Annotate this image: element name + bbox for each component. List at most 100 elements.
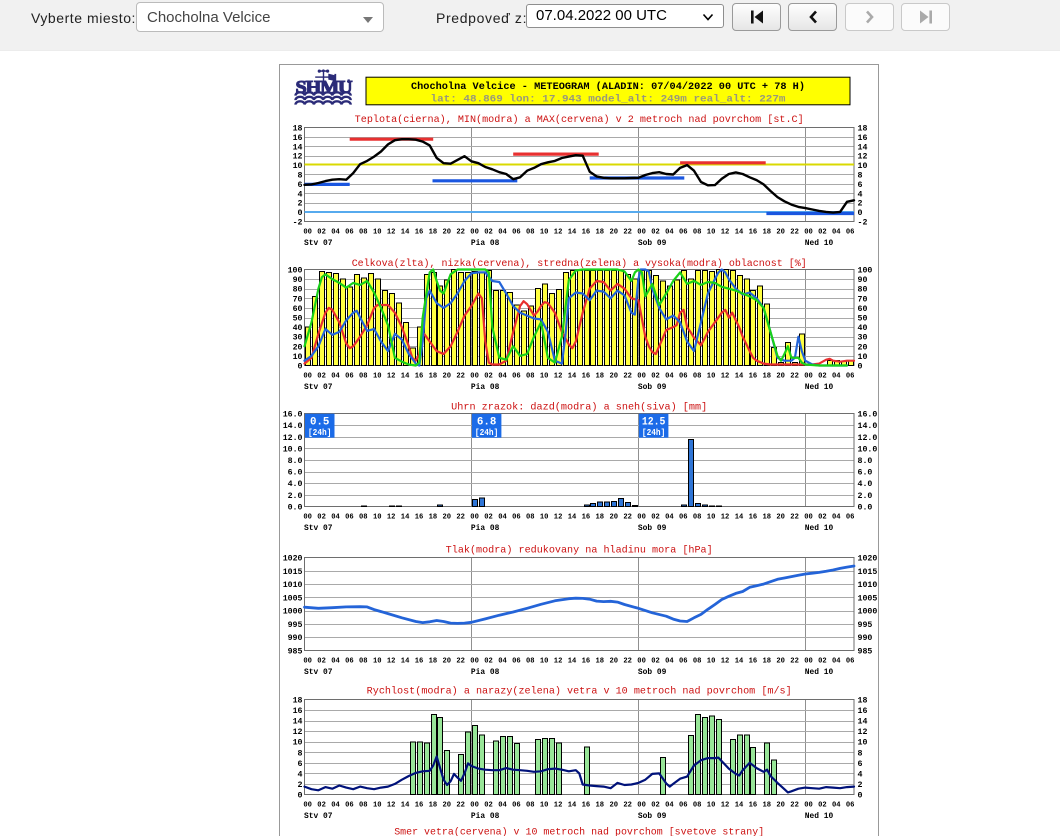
- svg-text:16: 16: [858, 706, 868, 716]
- svg-text:22: 22: [790, 229, 799, 237]
- svg-text:Ned 10: Ned 10: [805, 524, 834, 533]
- svg-text:lat: 48.869 lon: 17.943 mo: lat: 48.869 lon: 17.943 model_alt: 249m …: [431, 94, 786, 105]
- svg-text:40: 40: [858, 323, 868, 333]
- svg-text:20: 20: [443, 229, 452, 237]
- svg-text:14: 14: [735, 514, 744, 522]
- svg-text:22: 22: [456, 514, 465, 522]
- svg-text:06: 06: [846, 514, 855, 522]
- svg-text:22: 22: [623, 658, 632, 666]
- svg-text:2.0: 2.0: [858, 491, 873, 501]
- svg-text:06: 06: [512, 658, 521, 666]
- svg-text:10: 10: [707, 802, 716, 810]
- svg-text:10: 10: [373, 802, 382, 810]
- svg-text:22: 22: [456, 373, 465, 381]
- svg-text:06: 06: [345, 658, 354, 666]
- svg-text:08: 08: [526, 373, 535, 381]
- svg-text:08: 08: [526, 658, 535, 666]
- svg-text:12: 12: [858, 727, 868, 737]
- svg-text:02: 02: [818, 373, 827, 381]
- svg-text:22: 22: [623, 514, 632, 522]
- svg-text:14: 14: [568, 802, 577, 810]
- svg-text:18: 18: [858, 696, 868, 706]
- svg-text:10: 10: [540, 514, 549, 522]
- svg-text:1015: 1015: [283, 567, 303, 577]
- svg-text:12: 12: [554, 373, 563, 381]
- svg-text:Pia 08: Pia 08: [471, 812, 500, 821]
- svg-text:[24h]: [24h]: [308, 428, 331, 438]
- svg-text:00: 00: [303, 373, 312, 381]
- svg-text:22: 22: [456, 658, 465, 666]
- svg-text:10.0: 10.0: [858, 444, 878, 454]
- svg-text:30: 30: [858, 333, 868, 343]
- svg-text:02: 02: [651, 373, 660, 381]
- svg-text:60: 60: [858, 304, 868, 314]
- svg-text:14: 14: [735, 373, 744, 381]
- svg-text:12: 12: [387, 514, 396, 522]
- svg-text:22: 22: [790, 802, 799, 810]
- svg-text:04: 04: [832, 658, 841, 666]
- svg-text:22: 22: [790, 514, 799, 522]
- svg-text:12: 12: [387, 802, 396, 810]
- svg-text:16: 16: [749, 514, 758, 522]
- svg-text:06: 06: [679, 229, 688, 237]
- svg-text:16: 16: [415, 373, 424, 381]
- svg-text:16: 16: [749, 658, 758, 666]
- svg-text:06: 06: [345, 373, 354, 381]
- svg-text:02: 02: [317, 514, 326, 522]
- svg-text:18: 18: [293, 696, 303, 706]
- svg-text:16: 16: [582, 658, 591, 666]
- svg-text:06: 06: [345, 802, 354, 810]
- svg-text:08: 08: [693, 802, 702, 810]
- svg-text:18: 18: [596, 802, 605, 810]
- svg-text:22: 22: [456, 802, 465, 810]
- svg-text:06: 06: [512, 802, 521, 810]
- svg-text:00: 00: [804, 658, 813, 666]
- svg-text:2: 2: [858, 780, 863, 790]
- svg-text:4.0: 4.0: [288, 479, 303, 489]
- svg-text:18: 18: [429, 658, 438, 666]
- svg-text:02: 02: [818, 229, 827, 237]
- svg-text:10: 10: [707, 229, 716, 237]
- svg-text:08: 08: [359, 514, 368, 522]
- svg-text:14: 14: [858, 717, 868, 727]
- svg-text:985: 985: [858, 647, 873, 657]
- svg-text:0.5: 0.5: [310, 417, 330, 429]
- svg-text:6: 6: [298, 759, 303, 769]
- svg-text:995: 995: [288, 620, 303, 630]
- svg-text:14: 14: [401, 658, 410, 666]
- svg-text:14: 14: [568, 658, 577, 666]
- svg-text:16: 16: [582, 802, 591, 810]
- svg-text:18: 18: [429, 373, 438, 381]
- svg-text:1015: 1015: [858, 567, 878, 577]
- svg-text:12: 12: [387, 229, 396, 237]
- svg-text:12.0: 12.0: [858, 433, 878, 443]
- svg-text:00: 00: [470, 658, 479, 666]
- svg-text:04: 04: [665, 658, 674, 666]
- svg-text:10: 10: [858, 738, 868, 748]
- svg-text:Teplota(cierna), MIN(modra) a: Teplota(cierna), MIN(modra) a MAX(cerven…: [355, 114, 804, 126]
- svg-text:2.0: 2.0: [288, 491, 303, 501]
- svg-text:00: 00: [804, 802, 813, 810]
- svg-text:Rychlost(modra) a narazy(zelen: Rychlost(modra) a narazy(zelena) vetra v…: [367, 686, 792, 698]
- svg-text:06: 06: [846, 229, 855, 237]
- svg-text:Sob 09: Sob 09: [638, 239, 667, 248]
- svg-text:14.0: 14.0: [283, 421, 303, 431]
- svg-text:16.0: 16.0: [858, 410, 878, 420]
- svg-text:00: 00: [470, 514, 479, 522]
- svg-text:00: 00: [470, 229, 479, 237]
- svg-text:18: 18: [429, 802, 438, 810]
- svg-text:10: 10: [707, 658, 716, 666]
- svg-text:20: 20: [776, 229, 785, 237]
- svg-text:06: 06: [679, 802, 688, 810]
- svg-text:02: 02: [651, 802, 660, 810]
- svg-text:08: 08: [359, 373, 368, 381]
- svg-text:50: 50: [858, 314, 868, 324]
- svg-text:20: 20: [776, 514, 785, 522]
- svg-text:Stv 07: Stv 07: [304, 239, 333, 248]
- svg-text:02: 02: [651, 658, 660, 666]
- svg-text:18: 18: [763, 658, 772, 666]
- svg-text:Ned 10: Ned 10: [805, 239, 834, 248]
- svg-text:04: 04: [498, 802, 507, 810]
- svg-text:0.0: 0.0: [858, 503, 873, 513]
- svg-text:-2: -2: [293, 218, 303, 228]
